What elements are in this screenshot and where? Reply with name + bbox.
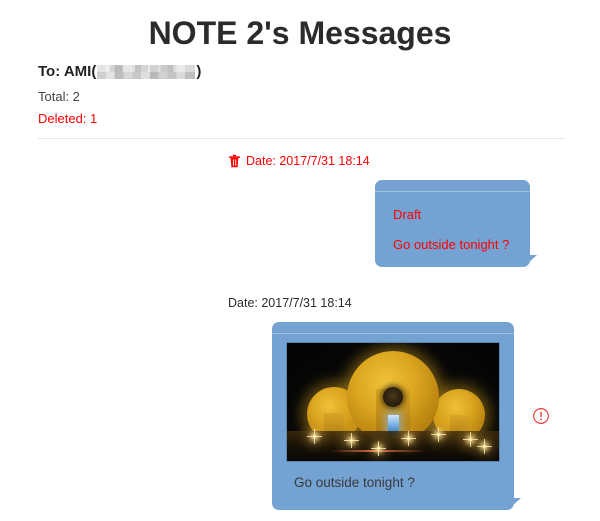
header-divider [38, 138, 565, 139]
message-date-row: Date: 2017/7/31 18:14 [0, 153, 600, 169]
photo-light-flare [307, 429, 322, 444]
message-date-label: Date: 2017/7/31 18:14 [228, 296, 352, 310]
bubble-top-strip [375, 180, 530, 192]
recipient-label: To: AMI [38, 63, 92, 80]
bubble-top-strip [272, 322, 514, 334]
header-info: To: AMI ( ) Total: 2 Deleted: 1 [0, 62, 600, 128]
redacted-contact-icon [97, 65, 196, 79]
deleted-count: Deleted: 1 [38, 111, 98, 126]
exclamation-circle-icon[interactable] [532, 407, 550, 425]
photo-light-streak [331, 450, 427, 452]
message-item: Date: 2017/7/31 18:14 Draft Go outside t… [0, 153, 600, 267]
photo-light-flare [431, 427, 446, 442]
bubble-tail [528, 255, 537, 263]
photo-light-flare [463, 432, 478, 447]
bubble-tail [512, 498, 521, 506]
photo-light-flare [344, 433, 359, 448]
message-text: Go outside tonight ? [294, 475, 415, 490]
message-bubble-draft[interactable]: Draft Go outside tonight ? [375, 180, 537, 267]
message-image[interactable] [286, 342, 500, 462]
draft-label: Draft [393, 207, 422, 222]
paren-open: ( [91, 63, 97, 80]
page-title: NOTE 2's Messages [148, 15, 452, 51]
photo-light-flare [477, 439, 492, 454]
trash-icon [228, 154, 241, 168]
photo-light-flare [371, 441, 386, 456]
photo-light-flare [401, 431, 416, 446]
recipient-line: To: AMI ( ) [38, 62, 600, 82]
message-item: Date: 2017/7/31 18:14 Go outside tonight… [0, 295, 600, 510]
message-date-label: Date: 2017/7/31 18:14 [246, 154, 370, 168]
messages-list: Date: 2017/7/31 18:14 Draft Go outside t… [0, 153, 600, 510]
total-count: Total: 2 [38, 89, 80, 104]
message-bubble-row: Go outside tonight ? [0, 322, 600, 510]
message-date-row: Date: 2017/7/31 18:14 [0, 295, 600, 311]
paren-close: ) [196, 63, 202, 80]
message-text: Go outside tonight ? [393, 237, 510, 252]
message-bubble-photo[interactable]: Go outside tonight ? [272, 322, 521, 510]
message-bubble-row: Draft Go outside tonight ? [0, 180, 600, 267]
photo-dome-aperture [383, 387, 403, 407]
